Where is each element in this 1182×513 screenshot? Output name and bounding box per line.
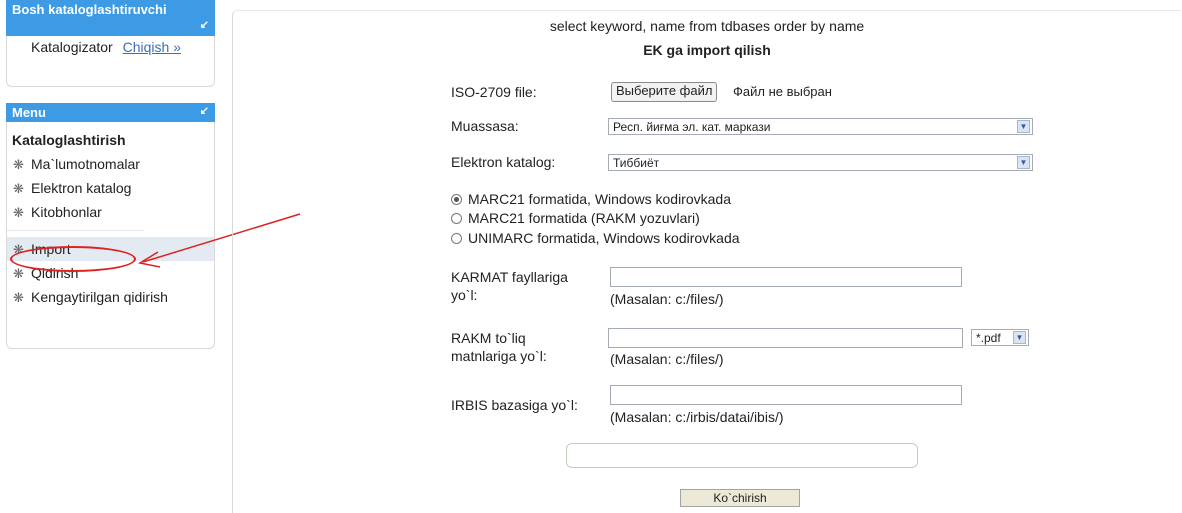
user-panel-title: Bosh kataloglashtiruvchi xyxy=(12,2,167,17)
books-icon: ❋ xyxy=(13,266,24,281)
rakm-extension-select[interactable]: *.pdf ▼ xyxy=(971,329,1029,346)
radio-button[interactable] xyxy=(451,194,462,205)
karmat-path-input[interactable] xyxy=(610,267,962,287)
irbis-path-input[interactable] xyxy=(610,385,962,405)
menu-item-label: Elektron katalog xyxy=(31,180,132,196)
rakm-label: RAKM to`liq matnlariga yo`l: xyxy=(451,329,547,365)
pin-icon[interactable]: ↙ xyxy=(200,104,209,119)
books-icon: ❋ xyxy=(13,290,24,305)
karmat-label-line1: KARMAT fayllariga xyxy=(451,269,568,285)
menu-panel: Menu ↙ Kataloglashtirish ❋ Ma`lumotnomala… xyxy=(6,103,215,349)
menu-panel-header: Menu ↙ xyxy=(6,103,215,122)
menu-item-label: Qidirish xyxy=(31,265,79,281)
menu-item-elektron-katalog[interactable]: ❋ Elektron katalog xyxy=(7,176,214,200)
menu-item-qidirish[interactable]: ❋ Qidirish xyxy=(7,261,214,285)
radio-label: MARC21 formatida, Windows kodirovkada xyxy=(468,191,731,207)
menu-divider xyxy=(7,230,144,231)
user-panel-body: Katalogizator Chiqish » xyxy=(6,36,215,87)
radio-marc21-windows[interactable]: MARC21 formatida, Windows kodirovkada xyxy=(451,191,731,207)
pin-icon[interactable]: ↙ xyxy=(200,18,209,33)
karmat-label: KARMAT fayllariga yo`l: xyxy=(451,268,568,304)
katalog-selected-value: Тиббиёт xyxy=(613,156,660,170)
books-icon: ❋ xyxy=(13,205,24,220)
books-icon: ❋ xyxy=(13,181,24,196)
rakm-extension-value: *.pdf xyxy=(976,331,1001,345)
user-info: Katalogizator Chiqish » xyxy=(7,36,214,55)
menu-panel-body: Kataloglashtirish ❋ Ma`lumotnomalar ❋ Elek… xyxy=(6,122,215,349)
chevron-down-icon[interactable]: ▼ xyxy=(1013,331,1026,344)
chevron-down-icon[interactable]: ▼ xyxy=(1017,156,1030,169)
radio-button[interactable] xyxy=(451,213,462,224)
sql-debug-text: select keyword, name from tdbases order … xyxy=(549,18,865,34)
progress-box xyxy=(566,443,918,468)
menu-item-label: Ma`lumotnomalar xyxy=(31,156,140,172)
menu-item-kitobhonlar[interactable]: ❋ Kitobhonlar xyxy=(7,200,214,224)
rakm-label-line2: matnlariga yo`l: xyxy=(451,348,547,364)
books-icon: ❋ xyxy=(13,157,24,172)
page-title: EK ga import qilish xyxy=(643,42,771,58)
karmat-hint: (Masalan: c:/files/) xyxy=(610,291,724,307)
choose-file-button[interactable]: Выберите файл xyxy=(611,82,718,102)
iso-file-label: ISO-2709 file: xyxy=(451,84,537,100)
books-icon: ❋ xyxy=(13,242,24,257)
user-panel-header: Bosh kataloglashtiruvchi ↙ xyxy=(6,0,215,36)
rakm-label-line1: RAKM to`liq xyxy=(451,330,526,346)
rakm-hint: (Masalan: c:/files/) xyxy=(610,351,724,367)
karmat-label-line2: yo`l: xyxy=(451,287,478,303)
irbis-hint: (Masalan: c:/irbis/datai/ibis/) xyxy=(610,409,784,425)
file-status-text: Файл не выбран xyxy=(733,84,832,99)
main-content: select keyword, name from tdbases order … xyxy=(232,10,1181,513)
radio-label: UNIMARC formatida, Windows kodirovkada xyxy=(468,230,740,246)
katalog-label: Elektron katalog: xyxy=(451,154,556,170)
menu-item-label: Import xyxy=(31,241,71,257)
menu-item-label: Kengaytirilgan qidirish xyxy=(31,289,168,305)
radio-unimarc-windows[interactable]: UNIMARC formatida, Windows kodirovkada xyxy=(451,230,740,246)
muassasa-select[interactable]: Респ. йиғма эл. кат. маркази ▼ xyxy=(608,118,1033,135)
radio-label: MARC21 formatida (RAKM yozuvlari) xyxy=(468,210,700,226)
copy-button[interactable]: Ko`chirish xyxy=(680,489,800,507)
menu-panel-title: Menu xyxy=(12,105,46,120)
menu-item-kengaytirilgan-qidirish[interactable]: ❋ Kengaytirilgan qidirish xyxy=(7,285,214,309)
chevron-down-icon[interactable]: ▼ xyxy=(1017,120,1030,133)
radio-button[interactable] xyxy=(451,233,462,244)
menu-item-import[interactable]: ❋ Import xyxy=(7,237,214,261)
muassasa-selected-value: Респ. йиғма эл. кат. маркази xyxy=(613,120,771,134)
muassasa-label: Muassasa: xyxy=(451,118,519,134)
rakm-path-input[interactable] xyxy=(608,328,963,348)
katalog-select[interactable]: Тиббиёт ▼ xyxy=(608,154,1033,171)
logout-link[interactable]: Chiqish » xyxy=(123,39,181,55)
user-panel: Bosh kataloglashtiruvchi ↙ Katalogizator… xyxy=(6,0,215,88)
radio-marc21-rakm[interactable]: MARC21 formatida (RAKM yozuvlari) xyxy=(451,210,700,226)
irbis-label: IRBIS bazasiga yo`l: xyxy=(451,397,578,413)
user-role-label: Katalogizator xyxy=(31,39,113,55)
menu-section-title: Kataloglashtirish xyxy=(12,132,126,148)
menu-item-label: Kitobhonlar xyxy=(31,204,102,220)
menu-item-malumotnomalar[interactable]: ❋ Ma`lumotnomalar xyxy=(7,152,214,176)
